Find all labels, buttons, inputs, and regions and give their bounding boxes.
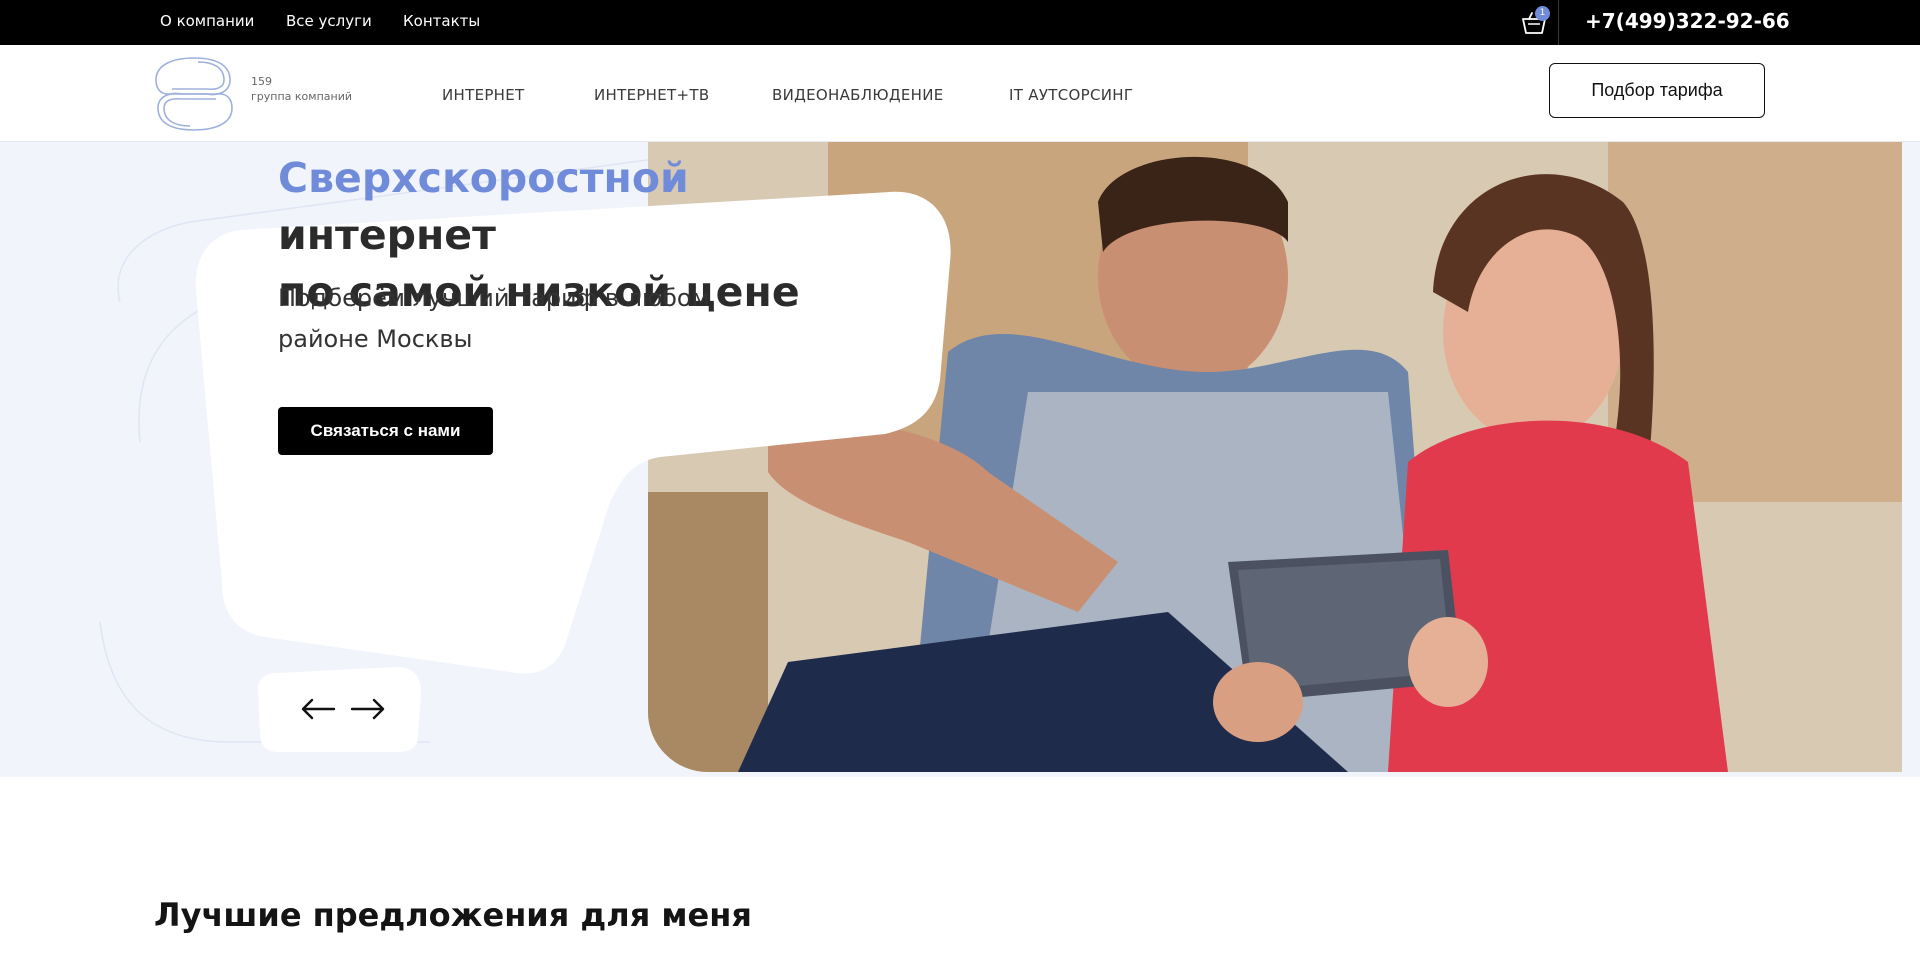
hero-title-rest: интернет	[278, 211, 496, 259]
tariff-selection-button[interactable]: Подбор тарифа	[1549, 63, 1765, 118]
arrow-right-icon[interactable]	[350, 697, 386, 721]
nav-it-outsourcing[interactable]: IT АУТСОРСИНГ	[1009, 86, 1133, 104]
top-divider	[1558, 0, 1559, 45]
hero-title-accent: Сверхскоростной	[278, 154, 689, 202]
top-link-contacts[interactable]: Контакты	[403, 12, 480, 30]
company-logo[interactable]	[152, 52, 236, 136]
cart-count-badge: 1	[1535, 6, 1550, 21]
nav-video-surveillance[interactable]: ВИДЕОНАБЛЮДЕНИЕ	[772, 86, 944, 104]
slider-controls	[258, 667, 421, 752]
logo-number: 159	[251, 75, 272, 88]
top-bar: О компании Все услуги Контакты 1 +7(499)…	[0, 0, 1920, 45]
nav-internet[interactable]: ИНТЕРНЕТ	[442, 86, 525, 104]
contact-us-button[interactable]: Связаться с нами	[278, 407, 493, 455]
phone-number[interactable]: +7(499)322-92-66	[1585, 9, 1790, 33]
nav-internet-tv[interactable]: ИНТЕРНЕТ+ТВ	[594, 86, 709, 104]
logo-subtitle: группа компаний	[251, 90, 352, 103]
hero-subtitle-line-2: районе Москвы	[278, 325, 473, 353]
top-link-services[interactable]: Все услуги	[286, 12, 372, 30]
hero-subtitle: Подберём лучший тариф в любом районе Мос…	[278, 278, 798, 360]
hero-subtitle-line-1: Подберём лучший тариф в любом	[278, 284, 710, 312]
best-offers-title: Лучшие предложения для меня	[154, 896, 752, 934]
top-link-about[interactable]: О компании	[160, 12, 254, 30]
arrow-left-icon[interactable]	[300, 697, 336, 721]
